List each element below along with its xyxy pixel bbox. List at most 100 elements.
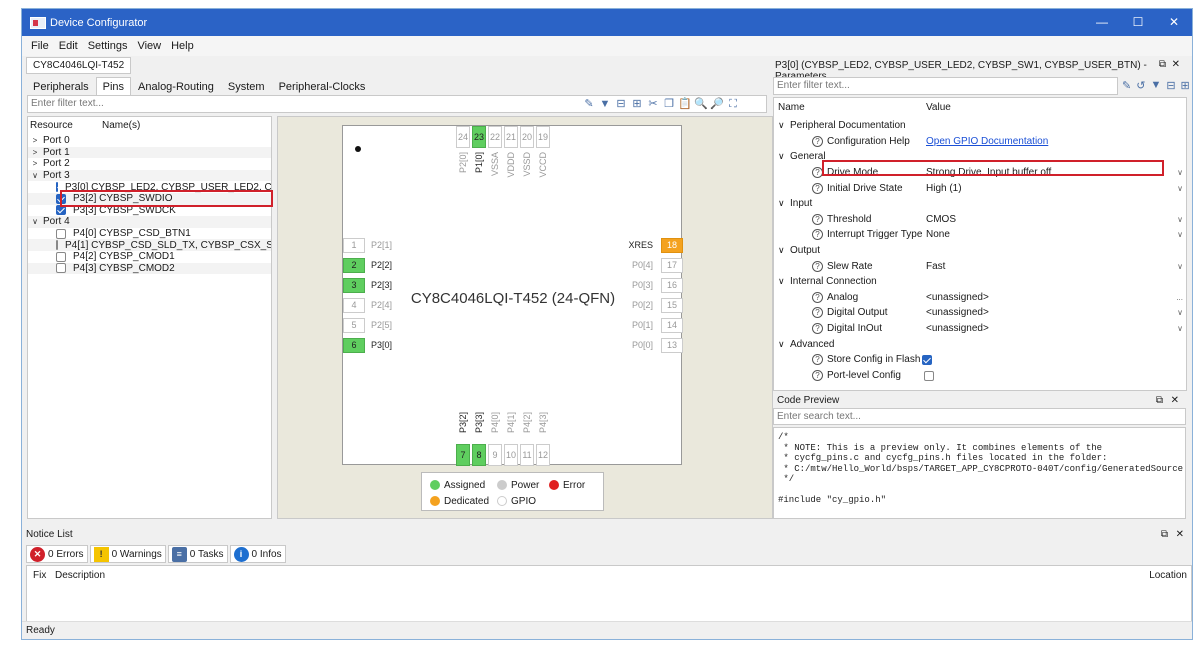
tasks-filter-button[interactable]: ≡ 0 Tasks xyxy=(167,545,228,563)
chevron-down-icon[interactable]: ∨ xyxy=(1177,230,1183,239)
pin-2[interactable]: 2 xyxy=(343,258,365,273)
tree-row[interactable]: > Port 1 xyxy=(28,146,271,159)
menu-file[interactable]: File xyxy=(31,40,49,52)
chevron-down-icon[interactable]: ∨ xyxy=(778,198,785,209)
param-row[interactable]: ? Interrupt Trigger Type None ∨ xyxy=(774,227,1186,243)
help-icon[interactable]: ? xyxy=(812,260,823,272)
menu-view[interactable]: View xyxy=(137,40,161,52)
param-value[interactable]: <unassigned> xyxy=(926,307,989,318)
help-icon[interactable]: ? xyxy=(812,323,823,335)
pin-checkbox[interactable] xyxy=(56,182,58,193)
tree-row[interactable]: P4[0] CYBSP_CSD_BTN1 xyxy=(28,228,271,240)
pin-checkbox[interactable] xyxy=(56,263,66,274)
chevron-down-icon[interactable]: ∨ xyxy=(778,245,785,256)
warnings-filter-button[interactable]: ! 0 Warnings xyxy=(89,545,166,563)
tree-row[interactable]: P4[2] CYBSP_CMOD1 xyxy=(28,251,271,263)
notice-col-fix[interactable]: Fix xyxy=(33,570,46,581)
errors-filter-button[interactable]: ✕ 0 Errors xyxy=(26,545,88,563)
param-row[interactable]: ∨ Advanced xyxy=(774,336,1186,352)
pin-checkbox[interactable] xyxy=(56,240,58,251)
help-icon[interactable]: ? xyxy=(812,291,823,303)
close-panel-icon[interactable]: ✕ xyxy=(1172,59,1180,70)
chevron-down-icon[interactable]: ∨ xyxy=(778,120,785,131)
pin-18[interactable]: 18 xyxy=(661,238,683,253)
param-value[interactable]: Fast xyxy=(926,261,945,272)
menu-settings[interactable]: Settings xyxy=(88,40,128,52)
param-row[interactable]: ∨ Peripheral Documentation xyxy=(774,118,1186,134)
pin-22[interactable]: 22 xyxy=(488,126,502,148)
pin-19[interactable]: 19 xyxy=(536,126,550,148)
collapse-all-icon[interactable]: ⊟ xyxy=(614,97,628,111)
help-icon[interactable]: ? xyxy=(812,369,823,381)
parameters-filter-input[interactable]: Enter filter text... xyxy=(773,77,1118,95)
param-row[interactable]: ? Slew Rate Fast ∨ xyxy=(774,258,1186,274)
expand-all-icon[interactable]: ⊞ xyxy=(1181,79,1190,92)
expand-all-icon[interactable]: ⊞ xyxy=(630,97,644,111)
pin-14[interactable]: 14 xyxy=(661,318,683,333)
pin-16[interactable]: 16 xyxy=(661,278,683,293)
close-button[interactable]: ✕ xyxy=(1156,9,1192,36)
param-row[interactable]: ? Configuration Help Open GPIO Documentati… xyxy=(774,134,1186,150)
tab-peripheral-clocks[interactable]: Peripheral-Clocks xyxy=(272,77,373,95)
chevron-down-icon[interactable]: ∨ xyxy=(778,276,785,287)
tree-row[interactable]: ∨ Port 3 xyxy=(28,169,271,182)
pin-4[interactable]: 4 xyxy=(343,298,365,313)
float-icon[interactable]: ⧉ xyxy=(1161,529,1168,540)
notice-col-description[interactable]: Description xyxy=(55,570,105,581)
pin-23[interactable]: 23 xyxy=(472,126,486,148)
param-row[interactable]: ? Threshold CMOS ∨ xyxy=(774,212,1186,228)
help-icon[interactable]: ? xyxy=(812,182,823,194)
param-checkbox[interactable] xyxy=(924,370,934,381)
chevron-down-icon[interactable]: ∨ xyxy=(1177,262,1183,271)
pin-12[interactable]: 12 xyxy=(536,444,550,466)
float-icon[interactable]: ⧉ xyxy=(1156,395,1163,406)
pin-checkbox[interactable] xyxy=(56,228,66,239)
param-row[interactable]: ∨ Input xyxy=(774,196,1186,212)
collapse-all-icon[interactable]: ⊟ xyxy=(1166,79,1175,92)
copy-icon[interactable]: ❐ xyxy=(662,97,676,111)
help-icon[interactable]: ? xyxy=(812,229,823,241)
fit-icon[interactable]: ⛶ xyxy=(726,97,740,111)
zoom-in-icon[interactable]: 🔍 xyxy=(694,97,708,111)
minimize-button[interactable]: — xyxy=(1084,9,1120,36)
zoom-out-icon[interactable]: 🔎 xyxy=(710,97,724,111)
chevron-down-icon[interactable]: ∨ xyxy=(1177,308,1183,317)
param-row[interactable]: ? Digital Output <unassigned> ∨ xyxy=(774,305,1186,321)
pin-13[interactable]: 13 xyxy=(661,338,683,353)
tree-row[interactable]: > Port 0 xyxy=(28,135,271,147)
clear-filter-icon[interactable]: ✎ xyxy=(582,97,596,111)
chevron-down-icon[interactable]: ∨ xyxy=(1177,324,1183,333)
cut-icon[interactable]: ✂ xyxy=(646,97,660,111)
tree-row[interactable]: ∨ Port 4 xyxy=(28,216,271,228)
help-icon[interactable]: ? xyxy=(812,307,823,319)
param-value[interactable]: High (1) xyxy=(926,183,962,194)
pin-9[interactable]: 9 xyxy=(488,444,502,466)
param-row[interactable]: ? Port-level Config xyxy=(774,368,1186,384)
tree-row[interactable]: > Port 2 xyxy=(28,158,271,170)
pin-8[interactable]: 8 xyxy=(472,444,486,466)
reset-icon[interactable]: ↺ xyxy=(1136,79,1145,92)
help-icon[interactable]: ? xyxy=(812,354,823,366)
tab-analog-routing[interactable]: Analog-Routing xyxy=(131,77,221,95)
tab-peripherals[interactable]: Peripherals xyxy=(26,77,96,95)
help-icon[interactable]: ? xyxy=(812,135,823,147)
ellipsis-icon[interactable]: ... xyxy=(1176,293,1183,302)
pin-checkbox[interactable] xyxy=(56,251,66,262)
close-panel-icon[interactable]: ✕ xyxy=(1176,529,1184,540)
param-row[interactable]: ? Store Config in Flash xyxy=(774,352,1186,368)
chevron-right-icon[interactable]: > xyxy=(30,148,40,157)
chevron-down-icon[interactable]: ∨ xyxy=(778,151,785,162)
chevron-down-icon[interactable]: ∨ xyxy=(1177,168,1183,177)
param-value[interactable]: <unassigned> xyxy=(926,292,989,303)
tab-system[interactable]: System xyxy=(221,77,272,95)
chevron-right-icon[interactable]: > xyxy=(30,159,40,168)
notice-col-location[interactable]: Location xyxy=(1149,570,1187,581)
pin-5[interactable]: 5 xyxy=(343,318,365,333)
maximize-button[interactable]: ☐ xyxy=(1120,9,1156,36)
float-icon[interactable]: ⧉ xyxy=(1159,59,1166,70)
pin-7[interactable]: 7 xyxy=(456,444,470,466)
filter-icon[interactable]: ▼ xyxy=(598,97,612,111)
pin-3[interactable]: 3 xyxy=(343,278,365,293)
param-row[interactable]: ∨ Output xyxy=(774,243,1186,259)
pin-1[interactable]: 1 xyxy=(343,238,365,253)
